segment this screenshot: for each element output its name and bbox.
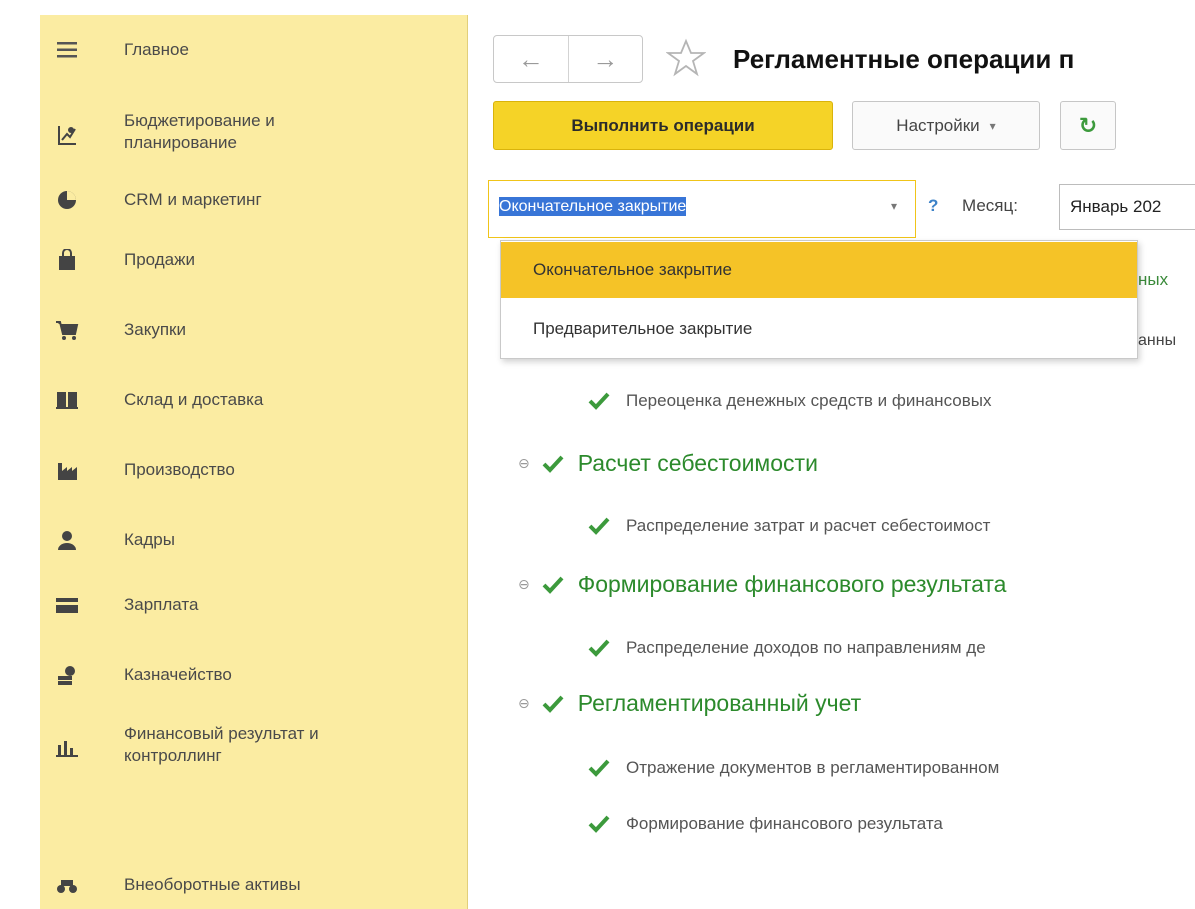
check-icon [588,639,610,657]
collapse-icon[interactable]: ⊖ [518,695,530,712]
refresh-button[interactable]: ↻ [1060,101,1116,150]
dropdown-option-final[interactable]: Окончательное закрытие [501,242,1137,298]
closing-type-value: Окончательное закрытие [499,197,687,216]
sidebar-item-label: Кадры [124,530,175,549]
sidebar-item-label: Бюджетирование и планирование [124,111,275,152]
tree-group-label: Расчет себестоимости [577,450,818,476]
wallet-icon [54,592,80,618]
sidebar-item-label: Продажи [124,250,195,269]
check-icon [588,759,610,777]
crm-icon [54,187,80,213]
sidebar-item-label: Склад и доставка [124,390,264,409]
sidebar-item-label: Производство [124,460,235,479]
sidebar-item-main[interactable]: Главное [40,35,468,65]
warehouse-icon [54,387,80,413]
dropdown-option-label: Окончательное закрытие [533,260,733,279]
check-icon [542,576,564,594]
closing-type-value-wrap: Окончательное закрытие [499,197,687,216]
check-icon [542,455,564,473]
check-icon [588,392,610,410]
sidebar-item-financial-result[interactable]: Финансовый результат и контроллинг [40,723,468,773]
sidebar-item-label: Казначейство [124,665,232,684]
tree-row[interactable]: ⊖ Расчет себестоимости [518,450,818,477]
sidebar-item-label: CRM и маркетинг [124,190,262,209]
settings-label: Настройки [896,115,980,135]
treasury-icon [54,662,80,688]
month-label: Месяц: [962,196,1018,215]
check-icon [542,695,564,713]
sales-bag-icon [54,247,80,273]
history-nav: ← → [493,35,643,83]
tree-row[interactable]: Формирование финансового результата [588,813,943,835]
execute-operations-button[interactable]: Выполнить операции [493,101,833,150]
sidebar-item-hr[interactable]: Кадры [40,525,468,555]
collapse-icon[interactable]: ⊖ [518,455,530,472]
tree-item-label: Переоценка денежных средств и финансовых [626,391,992,410]
dropdown-option-preliminary[interactable]: Предварительное закрытие [501,301,1137,357]
tree-group-label: Регламентированный учет [577,690,862,716]
tree-item-label: Распределение доходов по направлениям де [626,638,986,657]
tree-item-label: Отражение документов в регламентированно… [626,758,1000,777]
sidebar-item-sales[interactable]: Продажи [40,245,468,275]
hidden-item-text: анны [1138,332,1177,349]
month-value: Январь 202 [1070,197,1162,216]
budget-icon [54,122,80,148]
tree-row[interactable]: Отражение документов в регламентированно… [588,757,999,779]
sidebar-item-salary[interactable]: Зарплата [40,590,468,620]
tree-item-label: Формирование финансового результата [626,814,943,833]
tree-row[interactable]: ⊖ Формирование финансового результата [518,571,1006,598]
sidebar-item-label: Главное [124,40,189,59]
assets-icon [54,872,80,898]
tree-row[interactable]: Распределение затрат и расчет себестоимо… [588,515,990,537]
sidebar-item-purchases[interactable]: Закупки [40,315,468,345]
execute-operations-label: Выполнить операции [571,115,755,135]
closing-type-select[interactable]: Окончательное закрытие ▾ [488,180,916,238]
cart-icon [54,317,80,343]
chevron-down-icon[interactable]: ▾ [891,199,897,213]
page-title: Регламентные операции п [733,44,1075,74]
sidebar-item-label: Внеоборотные активы [124,875,301,894]
tree-row[interactable]: ⊖ Регламентированный учет [518,690,861,717]
settings-button[interactable]: Настройки ▾ [852,101,1040,150]
factory-icon [54,457,80,483]
sidebar: Главное Бюджетирование и планирование CR… [40,15,468,909]
forward-button[interactable]: → [567,36,643,82]
sidebar-item-production[interactable]: Производство [40,455,468,485]
tree-row[interactable]: Распределение доходов по направлениям де [588,637,986,659]
month-input[interactable]: Январь 202 [1059,184,1195,230]
sidebar-item-label: Финансовый результат и контроллинг [124,724,319,765]
sidebar-item-crm[interactable]: CRM и маркетинг [40,185,468,215]
chevron-down-icon: ▾ [989,118,996,133]
bar-chart-icon [54,735,80,761]
help-icon[interactable]: ? [928,196,938,216]
sidebar-item-warehouse[interactable]: Склад и доставка [40,385,468,415]
sidebar-item-budgeting[interactable]: Бюджетирование и планирование [40,110,468,160]
person-icon [54,527,80,553]
refresh-icon: ↻ [1078,112,1098,138]
sidebar-item-treasury[interactable]: Казначейство [40,660,468,690]
tree-item-label: Распределение затрат и расчет себестоимо… [626,516,991,535]
sidebar-item-label: Закупки [124,320,186,339]
dropdown-option-label: Предварительное закрытие [533,319,753,338]
tree-row[interactable]: Переоценка денежных средств и финансовых [588,390,991,412]
menu-icon [54,37,80,63]
tree-group-label: Формирование финансового результата [577,571,1007,597]
sidebar-item-label: Зарплата [124,595,199,614]
star-icon[interactable] [665,38,707,83]
check-icon [588,815,610,833]
hidden-group-text: ных [1138,270,1169,289]
sidebar-item-fixed-assets[interactable]: Внеоборотные активы [40,870,468,900]
closing-type-dropdown: Окончательное закрытие Предварительное з… [500,240,1138,359]
check-icon [588,517,610,535]
back-button[interactable]: ← [494,36,568,82]
collapse-icon[interactable]: ⊖ [518,576,530,593]
